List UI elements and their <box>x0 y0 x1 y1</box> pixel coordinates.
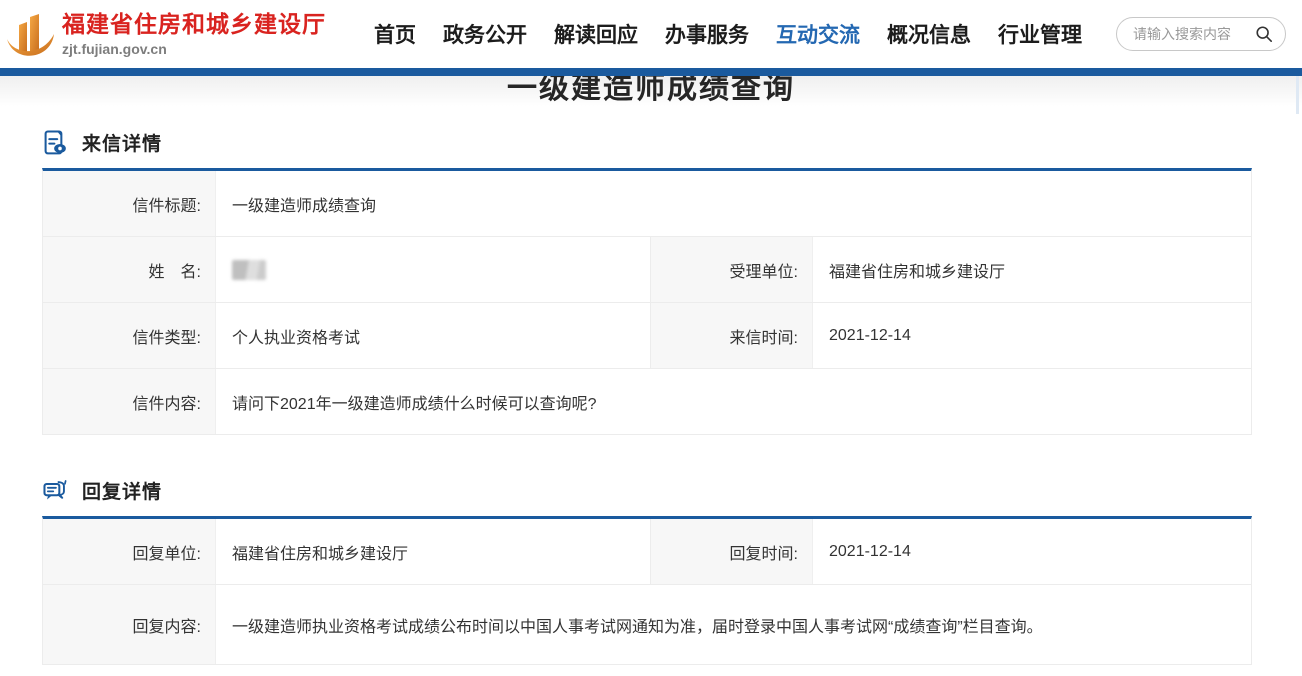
header-divider-bar <box>0 68 1302 76</box>
page-title-zone: 一级建造师成绩查询 <box>0 76 1302 114</box>
table-row: 信件内容: 请问下2021年一级建造师成绩什么时候可以查询呢? <box>43 369 1251 435</box>
search-input[interactable] <box>1133 26 1255 42</box>
redacted-name-block <box>232 260 266 280</box>
page-title: 一级建造师成绩查询 <box>507 76 795 108</box>
reply-content-value: 一级建造师执业资格考试成绩公布时间以中国人事考试网通知为准，届时登录中国人事考试… <box>216 585 1251 664</box>
letter-time-value: 2021-12-14 <box>813 303 1251 368</box>
letter-title-value: 一级建造师成绩查询 <box>216 171 1251 236</box>
nav-industry[interactable]: 行业管理 <box>998 19 1082 49</box>
accepting-unit-value: 福建省住房和城乡建设厅 <box>813 237 1251 302</box>
nav-services[interactable]: 办事服务 <box>665 19 749 49</box>
reply-unit-value: 福建省住房和城乡建设厅 <box>216 519 650 584</box>
letter-type-label: 信件类型: <box>43 303 216 368</box>
nav-interaction[interactable]: 互动交流 <box>776 19 860 49</box>
table-row: 回复内容: 一级建造师执业资格考试成绩公布时间以中国人事考试网通知为准，届时登录… <box>43 585 1251 665</box>
search-box[interactable] <box>1116 17 1286 51</box>
site-domain: zjt.fujian.gov.cn <box>62 41 326 57</box>
building-towers-crescent-icon <box>6 8 56 60</box>
letter-section-title: 来信详情 <box>82 129 162 156</box>
letter-content-value: 请问下2021年一级建造师成绩什么时候可以查询呢? <box>216 369 1251 434</box>
main-nav: 首页 政务公开 解读回应 办事服务 互动交流 概况信息 行业管理 <box>374 19 1082 49</box>
reply-section-header: 回复详情 <box>42 475 1252 505</box>
letter-name-value <box>216 237 650 302</box>
reply-detail-table: 回复单位: 福建省住房和城乡建设厅 回复时间: 2021-12-14 回复内容:… <box>42 516 1252 665</box>
site-logo[interactable]: 福建省住房和城乡建设厅 zjt.fujian.gov.cn <box>6 8 326 60</box>
nav-gov-disclosure[interactable]: 政务公开 <box>443 19 527 49</box>
accepting-unit-label: 受理单位: <box>650 237 813 302</box>
reply-time-value: 2021-12-14 <box>813 519 1251 584</box>
reply-content-label: 回复内容: <box>43 585 216 664</box>
table-row: 回复单位: 福建省住房和城乡建设厅 回复时间: 2021-12-14 <box>43 519 1251 585</box>
letter-section-header: 来信详情 <box>42 127 1252 157</box>
document-detail-icon <box>42 129 69 156</box>
letter-detail-table: 信件标题: 一级建造师成绩查询 姓 名: 受理单位: 福建省住房和城乡建设厅 信… <box>42 168 1252 435</box>
reply-unit-label: 回复单位: <box>43 519 216 584</box>
table-row: 姓 名: 受理单位: 福建省住房和城乡建设厅 <box>43 237 1251 303</box>
nav-overview[interactable]: 概况信息 <box>887 19 971 49</box>
table-row: 信件标题: 一级建造师成绩查询 <box>43 171 1251 237</box>
main-content: 来信详情 信件标题: 一级建造师成绩查询 姓 名: 受理单位: 福建省住房和城乡… <box>0 127 1302 665</box>
letter-content-label: 信件内容: <box>43 369 216 434</box>
site-header: 福建省住房和城乡建设厅 zjt.fujian.gov.cn 首页 政务公开 解读… <box>0 0 1302 68</box>
magnifier-icon[interactable] <box>1255 25 1273 43</box>
nav-home[interactable]: 首页 <box>374 19 416 49</box>
reply-section-title: 回复详情 <box>82 477 162 504</box>
letter-name-label: 姓 名: <box>43 237 216 302</box>
nav-interpretation[interactable]: 解读回应 <box>554 19 638 49</box>
scroll-edge-line <box>1296 76 1299 114</box>
letter-type-value: 个人执业资格考试 <box>216 303 650 368</box>
letter-title-label: 信件标题: <box>43 171 216 236</box>
table-row: 信件类型: 个人执业资格考试 来信时间: 2021-12-14 <box>43 303 1251 369</box>
reply-time-label: 回复时间: <box>650 519 813 584</box>
site-name: 福建省住房和城乡建设厅 <box>62 11 326 39</box>
chat-bubbles-icon <box>42 477 69 504</box>
letter-time-label: 来信时间: <box>650 303 813 368</box>
